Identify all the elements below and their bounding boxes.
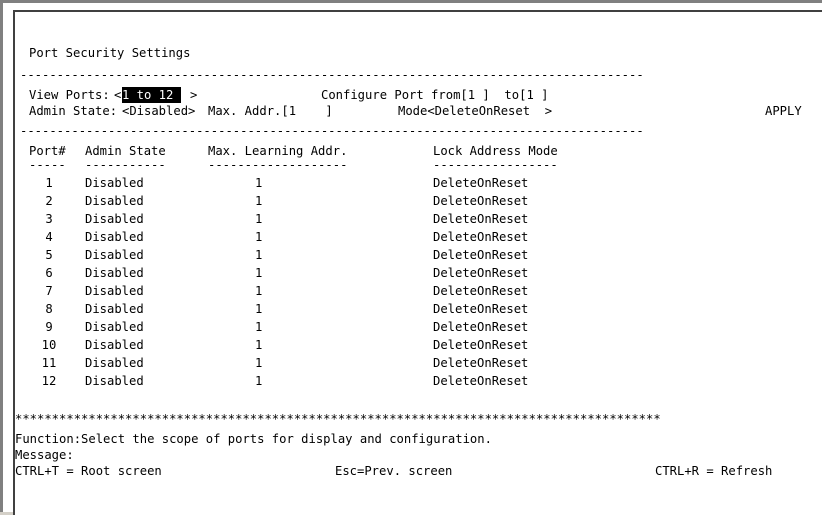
lock-mode-cell: DeleteOnReset bbox=[433, 374, 529, 388]
max-learning-cell: 1 bbox=[255, 338, 263, 352]
port-number-cell: 11 bbox=[41, 356, 57, 370]
max-learning-cell: 1 bbox=[255, 212, 263, 226]
max-learning-cell: 1 bbox=[255, 374, 263, 388]
message-text: Message: bbox=[15, 448, 74, 462]
admin-state-cell: Disabled bbox=[85, 374, 144, 388]
max-learning-cell: 1 bbox=[255, 248, 263, 262]
lock-mode-cell: DeleteOnReset bbox=[433, 194, 529, 208]
divider-stars: ****************************************… bbox=[15, 412, 661, 426]
port-number-cell: 8 bbox=[45, 302, 53, 316]
view-ports-open: < bbox=[114, 88, 122, 102]
terminal-screen: Port Security Settings -----------------… bbox=[15, 12, 820, 512]
max-learning-cell: 1 bbox=[255, 284, 263, 298]
view-ports-select[interactable]: 1 to 12 bbox=[122, 87, 181, 103]
view-ports-label: View Ports: bbox=[29, 88, 110, 102]
admin-state-cell: Disabled bbox=[85, 356, 144, 370]
admin-state-cell: Disabled bbox=[85, 248, 144, 262]
port-number-cell: 4 bbox=[45, 230, 53, 244]
max-learning-cell: 1 bbox=[255, 230, 263, 244]
max-addr-field[interactable]: Max. Addr.[1 ] bbox=[208, 103, 333, 119]
lock-mode-cell: DeleteOnReset bbox=[433, 320, 529, 334]
admin-state-cell: Disabled bbox=[85, 302, 144, 316]
admin-state-cell: Disabled bbox=[85, 320, 144, 334]
prev-screen-hint[interactable]: Esc=Prev. screen bbox=[335, 463, 452, 479]
port-number-cell: 6 bbox=[45, 266, 53, 280]
lock-mode-cell: DeleteOnReset bbox=[433, 338, 529, 352]
admin-state-cell: Disabled bbox=[85, 176, 144, 190]
lock-mode-cell: DeleteOnReset bbox=[433, 176, 529, 190]
admin-state-cell: Disabled bbox=[85, 212, 144, 226]
port-number-cell: 10 bbox=[41, 338, 57, 352]
lock-mode-cell: DeleteOnReset bbox=[433, 302, 529, 316]
refresh-hint[interactable]: CTRL+R = Refresh bbox=[655, 463, 772, 479]
window-frame: Port Security Settings -----------------… bbox=[0, 0, 822, 515]
header-max-underline: ------------------- bbox=[208, 158, 348, 172]
port-number-cell: 12 bbox=[41, 374, 57, 388]
admin-state-cell: Disabled bbox=[85, 266, 144, 280]
port-number-cell: 2 bbox=[45, 194, 53, 208]
admin-state-cell: Disabled bbox=[85, 230, 144, 244]
port-number-cell: 1 bbox=[45, 176, 53, 190]
port-number-cell: 7 bbox=[45, 284, 53, 298]
port-number-cell: 3 bbox=[45, 212, 53, 226]
admin-state-cell: Disabled bbox=[85, 338, 144, 352]
terminal-panel: Port Security Settings -----------------… bbox=[13, 10, 822, 515]
configure-port-range-field[interactable]: Configure Port from[1 ] to[1 ] bbox=[321, 87, 548, 103]
apply-button[interactable]: APPLY bbox=[765, 103, 802, 119]
max-learning-cell: 1 bbox=[255, 302, 263, 316]
divider-top: ----------------------------------------… bbox=[20, 68, 644, 82]
max-learning-cell: 1 bbox=[255, 320, 263, 334]
view-ports-close: > bbox=[190, 88, 198, 102]
admin-state-cell: Disabled bbox=[85, 194, 144, 208]
max-learning-cell: 1 bbox=[255, 176, 263, 190]
max-learning-cell: 1 bbox=[255, 194, 263, 208]
admin-state-cell: Disabled bbox=[85, 284, 144, 298]
max-learning-cell: 1 bbox=[255, 266, 263, 280]
max-learning-cell: 1 bbox=[255, 356, 263, 370]
lock-mode-cell: DeleteOnReset bbox=[433, 266, 529, 280]
admin-state-label: Admin State: bbox=[29, 104, 118, 118]
lock-mode-cell: DeleteOnReset bbox=[433, 230, 529, 244]
divider-middle: ----------------------------------------… bbox=[20, 124, 644, 138]
header-lock-underline: ----------------- bbox=[433, 158, 558, 172]
root-screen-hint[interactable]: CTRL+T = Root screen bbox=[15, 463, 162, 479]
port-number-cell: 9 bbox=[45, 320, 53, 334]
lock-mode-cell: DeleteOnReset bbox=[433, 248, 529, 262]
lock-mode-cell: DeleteOnReset bbox=[433, 212, 529, 226]
mode-select[interactable]: Mode<DeleteOnReset > bbox=[398, 103, 552, 119]
page-title: Port Security Settings bbox=[29, 46, 191, 60]
header-admin-underline: ----------- bbox=[85, 158, 166, 172]
lock-mode-cell: DeleteOnReset bbox=[433, 356, 529, 370]
port-number-cell: 5 bbox=[45, 248, 53, 262]
header-port-underline: ----- bbox=[29, 158, 66, 172]
lock-mode-cell: DeleteOnReset bbox=[433, 284, 529, 298]
admin-state-select[interactable]: <Disabled> bbox=[122, 103, 195, 119]
function-text: Function:Select the scope of ports for d… bbox=[15, 432, 492, 446]
